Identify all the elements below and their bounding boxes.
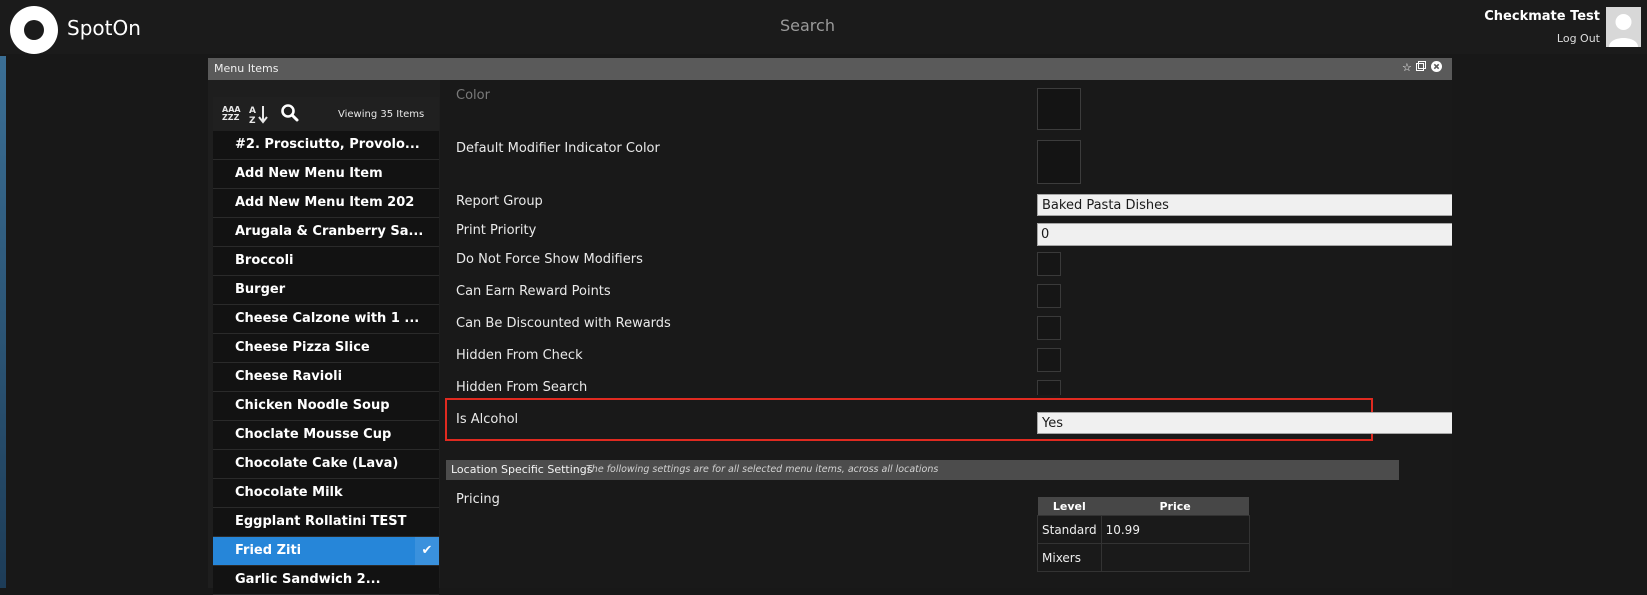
menu-items-window: Menu Items ☆ AAA ZZZ A Z Viewing 35 Item… xyxy=(208,58,1452,595)
svg-text:A: A xyxy=(249,106,256,116)
do-not-force-checkbox[interactable] xyxy=(1037,252,1061,276)
price-value[interactable]: 10.99 xyxy=(1100,515,1250,544)
hidden-check-checkbox[interactable] xyxy=(1037,348,1061,372)
price-level: Mixers xyxy=(1037,543,1102,572)
restore-window-icon[interactable] xyxy=(1416,61,1426,74)
avatar[interactable] xyxy=(1606,7,1641,47)
list-item[interactable]: #2. Prosciutto, Provolo... xyxy=(213,131,439,160)
spoton-logo-icon[interactable] xyxy=(10,6,58,54)
reward-points-checkbox[interactable] xyxy=(1037,284,1061,308)
list-item[interactable]: Chicken Noodle Soup xyxy=(213,392,439,421)
column-header-level: Level xyxy=(1037,497,1102,516)
list-item[interactable]: Burger xyxy=(213,276,439,305)
hidden-search-label: Hidden From Search xyxy=(456,380,588,395)
list-item[interactable]: Add New Menu Item xyxy=(213,160,439,189)
hidden-check-label: Hidden From Check xyxy=(456,348,583,363)
list-toolbar: AAA ZZZ A Z Viewing 35 Items xyxy=(213,97,439,131)
sort-alpha-icon[interactable]: AAA ZZZ xyxy=(222,106,241,122)
do-not-force-label: Do Not Force Show Modifiers xyxy=(456,252,643,267)
is-alcohol-select[interactable]: Yes xyxy=(1037,412,1452,434)
price-value[interactable] xyxy=(1100,543,1250,572)
list-item-selected[interactable]: Fried Ziti ✔ xyxy=(213,537,439,566)
section-title: Location Specific Settings xyxy=(451,463,593,476)
item-settings-form: Color Default Modifier Indicator Color R… xyxy=(440,80,1452,588)
list-item[interactable]: Eggplant Rollatini TEST xyxy=(213,508,439,537)
selected-item-label: Fried Ziti xyxy=(235,543,302,558)
item-count: Viewing 35 Items xyxy=(338,109,425,120)
report-group-select[interactable]: Baked Pasta Dishes xyxy=(1037,194,1452,216)
star-icon[interactable]: ☆ xyxy=(1402,61,1412,74)
list-item[interactable]: Garlic Sandwich 2... xyxy=(213,566,439,595)
global-search[interactable]: Search xyxy=(780,16,880,35)
discounted-checkbox[interactable] xyxy=(1037,316,1061,340)
top-bar: SpotOn Search Checkmate Test Log Out xyxy=(0,0,1647,54)
list-item[interactable]: Cheese Pizza Slice xyxy=(213,334,439,363)
list-item[interactable]: Arugala & Cranberry Sa... xyxy=(213,218,439,247)
color-label: Color xyxy=(456,88,490,103)
svg-text:Z: Z xyxy=(249,116,256,124)
checkmark-icon: ✔ xyxy=(415,537,439,565)
is-alcohol-label: Is Alcohol xyxy=(456,412,519,427)
section-description: The following settings are for all selec… xyxy=(586,464,939,475)
print-priority-label: Print Priority xyxy=(456,223,537,238)
list-item[interactable]: Cheese Calzone with 1 ... xyxy=(213,305,439,334)
table-row: Standard 10.99 xyxy=(1037,515,1250,544)
window-titlebar: Menu Items ☆ xyxy=(208,58,1452,80)
list-item[interactable]: Cheese Ravioli xyxy=(213,363,439,392)
logout-link[interactable]: Log Out xyxy=(1557,32,1600,45)
reward-points-label: Can Earn Reward Points xyxy=(456,284,611,299)
pricing-table: Level Price Standard 10.99 Mixers xyxy=(1037,497,1250,572)
print-priority-input[interactable]: 0 xyxy=(1037,223,1452,246)
column-header-price: Price xyxy=(1101,497,1250,516)
desktop-edge xyxy=(0,56,6,588)
location-settings-header: Location Specific Settings The following… xyxy=(446,460,1399,480)
list-item[interactable]: Broccoli xyxy=(213,247,439,276)
price-level: Standard xyxy=(1037,515,1102,544)
search-icon[interactable] xyxy=(280,103,300,123)
window-title: Menu Items xyxy=(214,62,279,75)
sort-direction-icon[interactable]: A Z xyxy=(248,104,270,124)
report-group-label: Report Group xyxy=(456,194,543,209)
default-modifier-color-label: Default Modifier Indicator Color xyxy=(456,141,660,156)
close-icon[interactable] xyxy=(1431,61,1442,75)
list-item[interactable]: Chocolate Milk xyxy=(213,479,439,508)
user-name: Checkmate Test xyxy=(1484,9,1600,24)
brand-name[interactable]: SpotOn xyxy=(67,16,141,40)
discounted-label: Can Be Discounted with Rewards xyxy=(456,316,671,331)
list-item[interactable]: Chocolate Cake (Lava) xyxy=(213,450,439,479)
pricing-label: Pricing xyxy=(456,492,500,507)
menu-item-list-panel: AAA ZZZ A Z Viewing 35 Items #2. Prosciu… xyxy=(213,97,439,595)
default-modifier-color-swatch[interactable] xyxy=(1037,140,1081,184)
table-row: Mixers xyxy=(1037,543,1250,572)
list-item[interactable]: Add New Menu Item 202 xyxy=(213,189,439,218)
menu-item-list: #2. Prosciutto, Provolo... Add New Menu … xyxy=(213,131,439,595)
list-item[interactable]: Choclate Mousse Cup xyxy=(213,421,439,450)
hidden-search-checkbox[interactable] xyxy=(1037,380,1061,395)
color-swatch[interactable] xyxy=(1037,88,1081,130)
